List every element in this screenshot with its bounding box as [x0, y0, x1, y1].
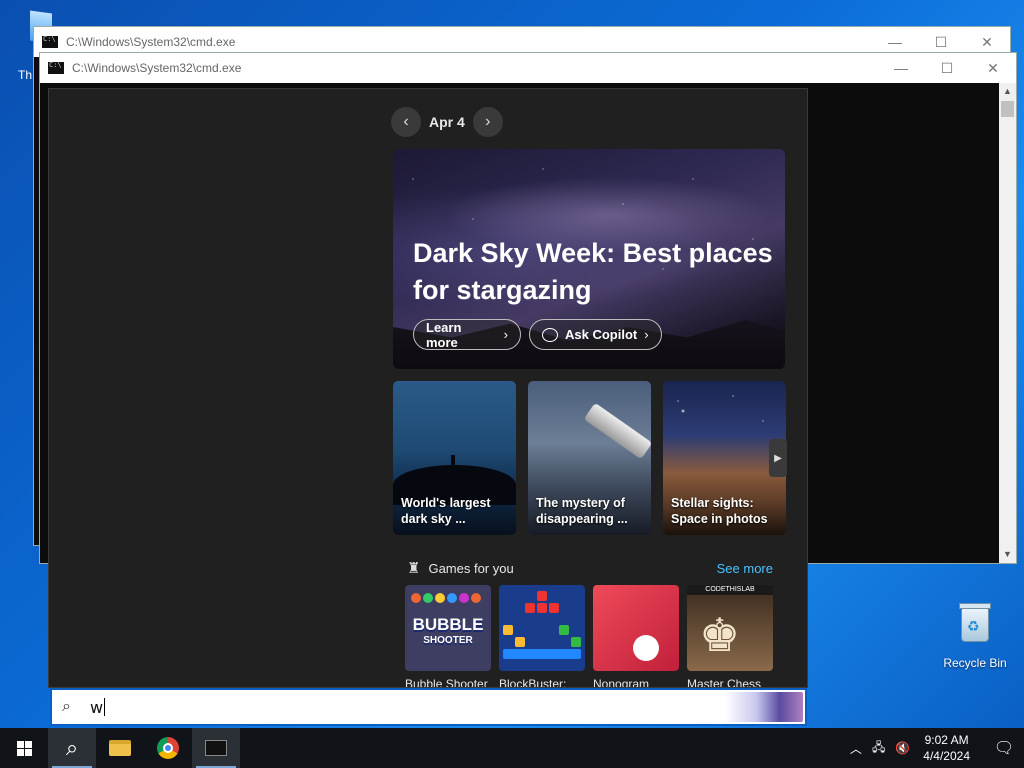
- clock-time: 9:02 AM: [924, 733, 969, 747]
- game-name: Bubble Shooter: [405, 677, 488, 688]
- network-icon[interactable]: 🖧: [872, 738, 885, 759]
- scroll-down-icon[interactable]: ▼: [999, 546, 1016, 563]
- window-title: C:\Windows\System32\cmd.exe: [66, 35, 236, 49]
- games-title: Games for you: [428, 560, 514, 576]
- game-name: Master Chess: [687, 677, 762, 688]
- game-thumb-band: CODETHISLAB: [687, 585, 773, 595]
- search-highlight-art: [725, 692, 803, 722]
- file-explorer-button[interactable]: [96, 728, 144, 768]
- windows-logo-icon: [16, 740, 32, 756]
- chevron-right-icon: ›: [644, 327, 649, 342]
- story-card-caption: Stellar sights: Space in photos: [671, 496, 768, 526]
- games-header: ♜ Games for you See more: [407, 559, 773, 577]
- chevron-up-icon[interactable]: ︿: [850, 740, 862, 757]
- cmd-icon: [42, 35, 58, 48]
- system-tray: ︿ 🖧 🔇 9:02 AM 4/4/2024 🗨: [845, 728, 1024, 768]
- chat-bubble-icon: [542, 327, 558, 342]
- close-button[interactable]: ✕: [964, 34, 1010, 51]
- search-icon: ⌕: [62, 698, 71, 715]
- story-card-caption: The mystery of disappearing ...: [536, 496, 628, 526]
- volume-muted-icon[interactable]: 🔇: [895, 741, 910, 755]
- window-titlebar[interactable]: C:\Windows\System32\cmd.exe — ☐ ✕: [40, 53, 1016, 83]
- folder-icon: [109, 740, 131, 756]
- chess-pieces-icon: ♜: [407, 560, 421, 577]
- cmd-icon: [48, 61, 64, 74]
- game-thumbnail: BUBBLE SHOOTER: [405, 585, 491, 671]
- games-row: BUBBLE SHOOTER Bubble Shooter BlockBuster…: [405, 585, 805, 688]
- vertical-scrollbar[interactable]: ▲ ▼: [999, 83, 1016, 563]
- desktop-icon-label: Th: [18, 68, 33, 82]
- search-highlights-panel: ‹ Apr 4 › Dark Sky Week: Best places for…: [48, 88, 808, 688]
- chevron-right-icon: ›: [503, 327, 508, 342]
- date-navigator: ‹ Apr 4 ›: [391, 107, 503, 137]
- window-title: C:\Windows\System32\cmd.exe: [72, 61, 242, 75]
- chevron-left-icon[interactable]: ‹: [391, 107, 421, 137]
- game-thumbnail: [499, 585, 585, 671]
- game-name: Nonogram: [593, 677, 650, 688]
- taskbar: ⌕ ︿ 🖧 🔇 9:02 AM 4/4/2024 🗨: [0, 728, 1024, 768]
- game-name: BlockBuster:: [499, 677, 567, 688]
- clock-date: 4/4/2024: [923, 749, 970, 763]
- minimize-button[interactable]: —: [872, 34, 918, 50]
- search-button[interactable]: ⌕: [48, 728, 96, 768]
- story-card[interactable]: The mystery of disappearing ...: [528, 381, 651, 535]
- hero-card[interactable]: Dark Sky Week: Best places for stargazin…: [393, 149, 785, 369]
- game-tile[interactable]: CODETHISLAB ♚ Master Chess: [687, 585, 773, 688]
- carousel-next-icon[interactable]: ▶: [769, 439, 787, 477]
- game-thumb-text: BUBBLE SHOOTER: [412, 615, 484, 646]
- minimize-button[interactable]: —: [878, 60, 924, 76]
- search-input[interactable]: w: [90, 698, 103, 717]
- story-card-caption: World's largest dark sky ...: [401, 496, 491, 526]
- maximize-button[interactable]: ☐: [924, 60, 970, 77]
- date-label: Apr 4: [429, 114, 465, 130]
- start-button[interactable]: [0, 728, 48, 768]
- ask-copilot-button[interactable]: Ask Copilot ›: [529, 319, 662, 350]
- scroll-thumb[interactable]: [1001, 101, 1014, 117]
- cmd-taskbar-button[interactable]: [192, 728, 240, 768]
- clock[interactable]: 9:02 AM 4/4/2024: [923, 732, 970, 764]
- game-thumbnail: CODETHISLAB ♚: [687, 585, 773, 671]
- chrome-button[interactable]: [144, 728, 192, 768]
- cmd-icon: [205, 740, 227, 756]
- game-tile[interactable]: Nonogram: [593, 585, 679, 688]
- chrome-icon: [157, 737, 179, 759]
- see-more-link[interactable]: See more: [717, 561, 773, 576]
- story-cards: World's largest dark sky ... The mystery…: [393, 381, 787, 535]
- search-icon: ⌕: [65, 735, 79, 760]
- maximize-button[interactable]: ☐: [918, 34, 964, 51]
- game-tile[interactable]: BlockBuster:: [499, 585, 585, 688]
- chevron-right-icon[interactable]: ›: [472, 107, 503, 137]
- story-card[interactable]: Stellar sights: Space in photos: [663, 381, 786, 535]
- text-caret: [104, 698, 106, 716]
- learn-more-label: Learn more: [426, 319, 462, 350]
- game-thumbnail: [593, 585, 679, 671]
- notification-icon[interactable]: 🗨: [984, 738, 1024, 758]
- search-box[interactable]: ⌕ w: [50, 688, 807, 726]
- ask-copilot-label: Ask Copilot: [565, 327, 638, 342]
- learn-more-button[interactable]: Learn more ›: [413, 319, 521, 350]
- game-tile[interactable]: BUBBLE SHOOTER Bubble Shooter: [405, 585, 491, 688]
- close-button[interactable]: ✕: [970, 60, 1016, 77]
- recycle-bin[interactable]: ♻ Recycle Bin: [940, 600, 1010, 670]
- scroll-up-icon[interactable]: ▲: [999, 83, 1016, 100]
- hero-headline: Dark Sky Week: Best places for stargazin…: [413, 238, 773, 305]
- recycle-bin-icon: ♻: [957, 600, 993, 644]
- recycle-bin-label: Recycle Bin: [943, 656, 1007, 670]
- story-card[interactable]: World's largest dark sky ...: [393, 381, 516, 535]
